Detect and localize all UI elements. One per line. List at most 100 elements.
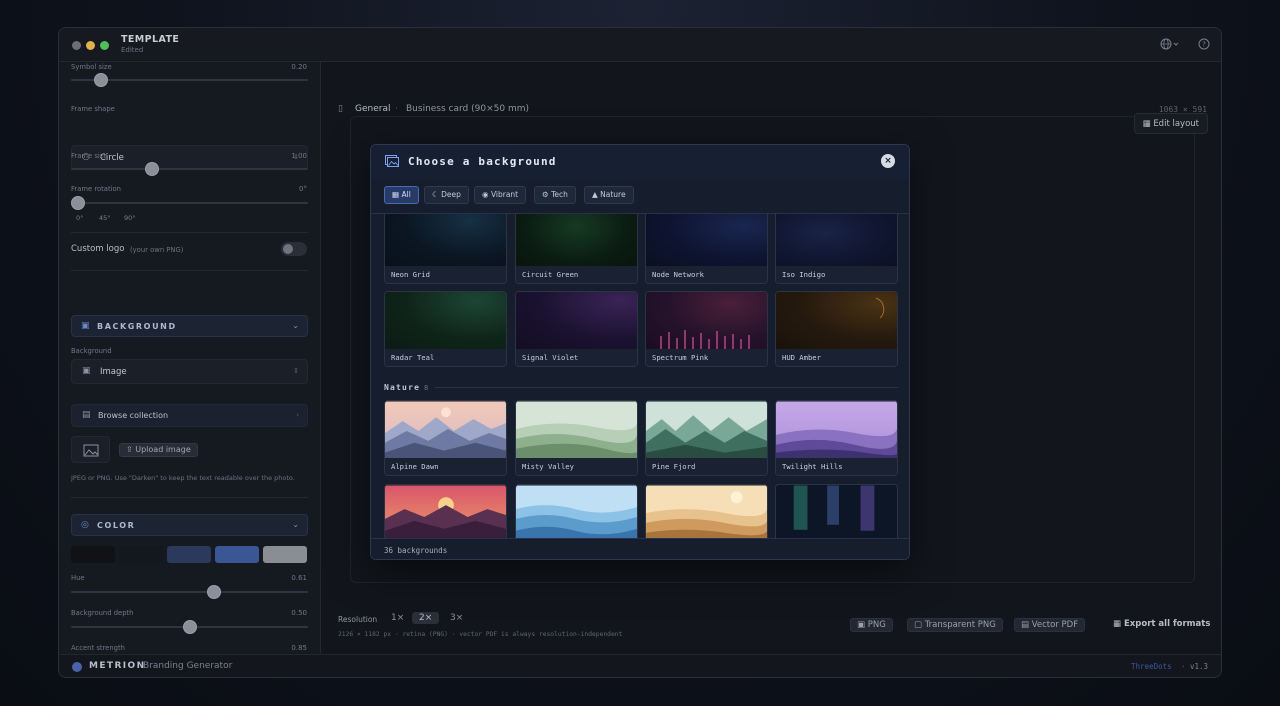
frame-rotation-slider[interactable] — [71, 202, 308, 204]
document-icon: ▤ — [1021, 620, 1032, 630]
background-picker-dialog: Choose a background × ▦ All ☾ Deep ◉ Vib… — [370, 144, 910, 560]
maximize-window-button[interactable] — [100, 41, 109, 50]
background-section-title: BACKGROUND — [97, 322, 177, 331]
tile-preview — [646, 214, 767, 268]
background-tile[interactable]: Pine Fjord — [645, 400, 768, 476]
edit-layout-label: Edit layout — [1153, 119, 1199, 129]
hue-knob[interactable] — [207, 585, 222, 599]
breadcrumb-root[interactable]: General — [355, 104, 390, 114]
color-swatch-4[interactable] — [215, 546, 259, 563]
frame-rotation-knob[interactable] — [71, 196, 85, 210]
background-tile[interactable]: Alpine Dawn — [384, 400, 507, 476]
rotation-preset-90[interactable]: 90° — [124, 214, 136, 222]
color-section-header[interactable]: ◎ COLOR ⌄ — [71, 514, 308, 536]
brand-name: METRION — [89, 661, 146, 671]
background-section-header[interactable]: ▣ BACKGROUND ⌄ — [71, 315, 308, 337]
filter-nature[interactable]: ▲ Nature — [584, 186, 634, 204]
hue-slider[interactable] — [71, 591, 308, 593]
tile-label: Twilight Hills — [776, 458, 897, 475]
background-tile[interactable]: Circuit Green — [515, 214, 638, 284]
export-png-button[interactable]: ▣ PNG — [850, 618, 893, 632]
background-tile[interactable] — [645, 484, 768, 538]
frame-size-slider[interactable] — [71, 168, 308, 170]
gallery-icon: ▤ — [82, 410, 91, 420]
color-swatch-3[interactable] — [167, 546, 211, 563]
background-tile[interactable]: HUD Amber — [775, 291, 898, 367]
resolution-3x[interactable]: 3× — [443, 612, 470, 624]
window-title: TEMPLATE — [121, 34, 180, 45]
gallery-icon — [385, 155, 399, 167]
frame-size-knob[interactable] — [145, 162, 159, 176]
product-name: Branding Generator — [143, 661, 233, 671]
export-vector-pdf-label: Vector PDF — [1031, 620, 1079, 630]
background-type-value: Image — [100, 367, 127, 377]
minimize-window-button[interactable] — [86, 41, 95, 50]
image-placeholder-icon — [83, 444, 99, 457]
background-tile[interactable]: Signal Violet — [515, 291, 638, 367]
background-count: 36 backgrounds — [384, 546, 448, 555]
dialog-header: Choose a background × — [371, 145, 909, 179]
document-icon: ▯ — [338, 104, 343, 114]
filter-deep[interactable]: ☾ Deep — [424, 186, 469, 204]
export-vector-pdf-button[interactable]: ▤ Vector PDF — [1014, 618, 1086, 632]
color-swatch-2[interactable] — [119, 546, 163, 563]
breadcrumb-item[interactable]: Business card (90×50 mm) — [406, 104, 529, 114]
edit-layout-button[interactable]: ▦ Edit layout — [1133, 113, 1208, 134]
close-window-button[interactable] — [72, 41, 81, 50]
nature-section-title: Nature — [384, 383, 421, 392]
frame-rotation-label: Frame rotation — [71, 185, 121, 193]
tile-preview — [516, 485, 637, 538]
color-swatch-1[interactable] — [71, 546, 115, 563]
nature-section-count: 8 — [424, 384, 429, 392]
symbol-size-knob[interactable] — [94, 73, 108, 87]
upload-image-button[interactable]: ⇪ Upload image — [119, 443, 198, 457]
help-button[interactable]: ? — [1198, 38, 1210, 53]
background-tile[interactable] — [384, 484, 507, 538]
divider — [71, 497, 308, 498]
rotation-preset-0[interactable]: 0° — [76, 214, 83, 222]
export-all-button[interactable]: ▦ Export all formats — [1113, 619, 1210, 629]
color-swatch-5[interactable] — [263, 546, 307, 563]
chevron-updown-icon: ⇕ — [293, 367, 299, 375]
tile-preview — [385, 401, 506, 460]
background-grid: Neon Grid Circuit Green Node Network Iso… — [371, 213, 909, 538]
filter-tech[interactable]: ⚙ Tech — [534, 186, 576, 204]
background-tile[interactable]: Twilight Hills — [775, 400, 898, 476]
resolution-2x[interactable]: 2× — [412, 612, 440, 624]
tile-preview — [646, 401, 767, 460]
language-button[interactable] — [1160, 38, 1180, 53]
background-type-select[interactable]: ▣ Image ⇕ — [71, 359, 308, 384]
dialog-title: Choose a background — [408, 155, 557, 168]
tile-preview — [646, 292, 767, 351]
background-tile[interactable]: Misty Valley — [515, 400, 638, 476]
globe-icon — [1160, 38, 1179, 50]
hue-value: 0.61 — [291, 574, 307, 582]
divider — [71, 232, 308, 233]
upload-image-label: Upload image — [135, 445, 191, 454]
resolution-1x[interactable]: 1× — [384, 612, 411, 624]
background-tile[interactable]: Spectrum Pink — [645, 291, 768, 367]
browse-collection-button[interactable]: ▤ Browse collection › — [71, 404, 308, 427]
background-tile[interactable]: Neon Grid — [384, 214, 507, 284]
symbol-size-value: 0.20 — [291, 63, 307, 71]
background-tile[interactable]: Iso Indigo — [775, 214, 898, 284]
export-transparent-png-button[interactable]: ▢ Transparent PNG — [907, 618, 1003, 632]
background-tile[interactable]: Radar Teal — [384, 291, 507, 367]
frame-size-value: 1.00 — [291, 152, 307, 160]
section-divider — [435, 387, 898, 388]
tile-label: Circuit Green — [516, 266, 637, 283]
custom-logo-toggle[interactable] — [281, 242, 307, 256]
background-tile[interactable]: Node Network — [645, 214, 768, 284]
filter-nature-label: Nature — [600, 190, 626, 199]
filter-all[interactable]: ▦ All — [384, 186, 419, 204]
background-tile[interactable] — [775, 484, 898, 538]
frame-shape-label: Frame shape — [71, 105, 115, 113]
company-link[interactable]: ThreeDots — [1131, 662, 1172, 671]
background-tile[interactable] — [515, 484, 638, 538]
custom-logo-label: Custom logo — [71, 244, 125, 254]
moon-icon: ☾ — [432, 190, 442, 199]
background-depth-knob[interactable] — [182, 620, 197, 634]
filter-vibrant[interactable]: ◉ Vibrant — [474, 186, 527, 204]
rotation-preset-45[interactable]: 45° — [99, 214, 111, 222]
close-dialog-button[interactable]: × — [881, 154, 895, 168]
